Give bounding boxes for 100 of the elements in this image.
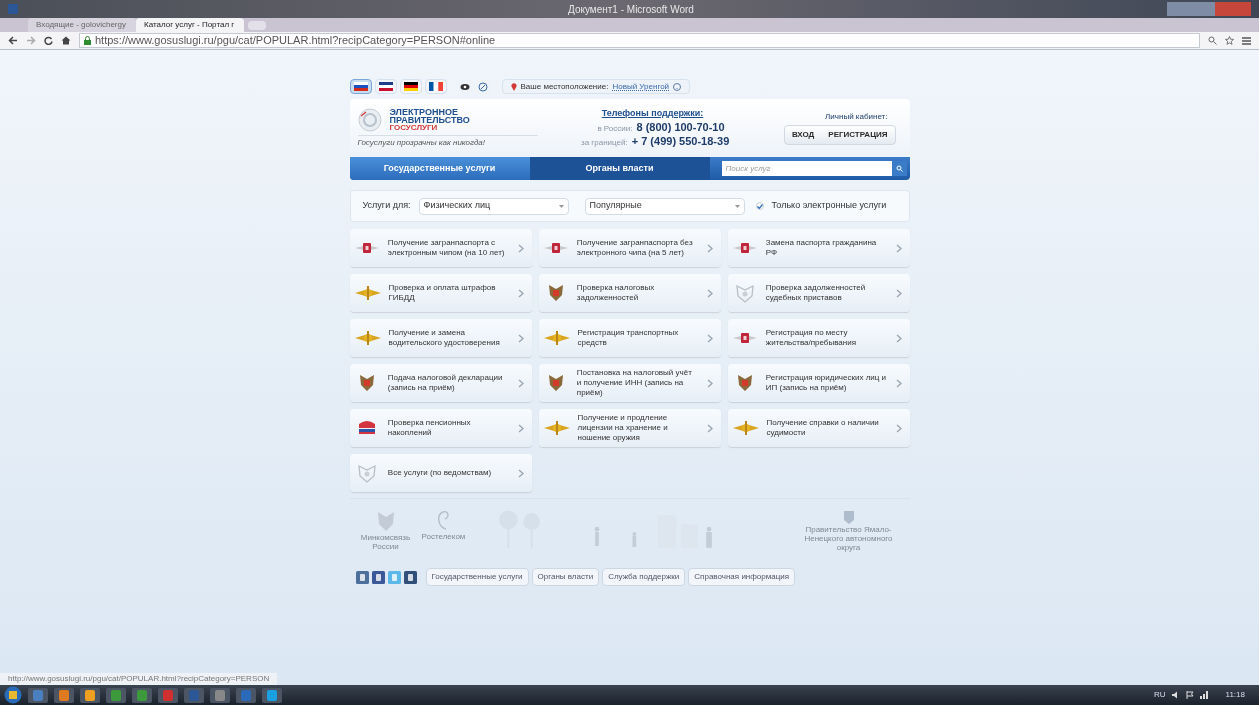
service-card[interactable]: Постановка на налоговый учёт и получение ИНН (запись на приём) <box>538 364 721 402</box>
category-select[interactable]: Популярные <box>584 197 745 215</box>
service-title: Получение справки о наличии судимости <box>766 418 880 438</box>
taskbar-app-icon[interactable] <box>210 687 230 703</box>
location-pin-icon <box>510 82 517 91</box>
livejournal-icon[interactable] <box>403 570 417 584</box>
browser-tab[interactable]: Входящие - golovichergy <box>28 18 136 32</box>
network-icon[interactable] <box>1199 691 1208 699</box>
flag-icon[interactable] <box>1185 691 1194 699</box>
taskbar-app-icon[interactable] <box>80 687 100 703</box>
speaker-icon[interactable] <box>1171 691 1180 699</box>
winged-emblem-icon <box>354 330 381 346</box>
phone-number: + 7 (499) 550-18-39 <box>631 134 730 147</box>
passport-emblem-icon <box>733 330 758 346</box>
taskbar-app-icon[interactable] <box>158 687 178 703</box>
footer-link[interactable]: Служба поддержки <box>602 568 686 586</box>
service-card[interactable]: Проверка задолженностей судебных приставов <box>727 274 910 312</box>
phone-label: за границей: <box>580 136 628 149</box>
cabinet-button[interactable]: РЕГИСТРАЦИЯ <box>821 126 895 144</box>
footer-link[interactable]: Органы власти <box>531 568 600 586</box>
logo-title: ПРАВИТЕЛЬСТВО <box>389 115 470 124</box>
taskbar-app-icon[interactable] <box>262 687 282 703</box>
chevron-right-icon <box>895 288 902 298</box>
flag-icon <box>378 82 393 91</box>
footer-link[interactable]: Государственные услуги <box>425 568 529 586</box>
service-card[interactable]: Все услуги (по ведомствам) <box>349 454 532 492</box>
eagle-emblem-icon <box>357 463 378 483</box>
logo-tagline: Госуслуги прозрачны как никогда! <box>357 134 538 149</box>
checkbox-label: Только электронные услуги <box>771 199 887 213</box>
cabinet-button[interactable]: ВХОД <box>784 126 822 144</box>
search-field[interactable]: Поиск услуг <box>721 161 892 176</box>
taskbar-app-icon[interactable] <box>28 687 48 703</box>
service-title: Постановка на налоговый учёт и получение ИНН (запись на приём) <box>576 368 693 398</box>
chevron-right-icon <box>706 288 713 298</box>
location-label: Ваше местоположение: <box>520 80 609 93</box>
logo-icon <box>357 107 382 132</box>
service-card[interactable]: Регистрация юридических лиц и ИП (запись на приём) <box>727 364 910 402</box>
chevron-right-icon <box>706 243 713 253</box>
support-title[interactable]: Телефоны поддержки: <box>601 107 704 121</box>
location-link[interactable]: Новый Уренгой <box>612 80 670 93</box>
service-card[interactable]: Получение и замена водительского удостоверения <box>349 319 532 357</box>
zoom-icon[interactable] <box>1208 36 1217 45</box>
language-button[interactable] <box>349 79 372 94</box>
window-title: Документ1 - Microsoft Word <box>568 2 694 17</box>
nav-tab[interactable]: Органы власти <box>529 157 710 180</box>
service-card[interactable]: Проверка пенсионных накоплений <box>349 409 532 447</box>
taskbar-app-icon[interactable] <box>106 687 126 703</box>
service-card[interactable]: Получение загранпаспорта с электронным чипом (на 10 лет) <box>349 229 532 267</box>
clock: 11:18 <box>1225 689 1245 701</box>
service-card[interactable]: Подача налоговой декларации (запись на приём) <box>349 364 532 402</box>
chevron-right-icon <box>517 288 524 298</box>
flag-icon <box>428 82 443 91</box>
facebook-icon[interactable] <box>371 570 385 584</box>
chevron-right-icon <box>895 243 902 253</box>
star-icon[interactable] <box>1225 36 1234 45</box>
service-title: Замена паспорта гражданина РФ <box>765 238 878 258</box>
eagle-crest-icon <box>547 373 566 393</box>
checkbox[interactable] <box>755 202 764 210</box>
chevron-right-icon <box>706 378 713 388</box>
service-title: Получение и продление лицензии на хранение и ношение оружия <box>577 413 669 443</box>
language-indicator[interactable]: RU <box>1154 689 1166 701</box>
service-card[interactable]: Получение справки о наличии судимости <box>727 409 910 447</box>
passport-emblem-icon <box>544 240 569 256</box>
logo-subtitle: ГОСУСЛУГИ <box>389 123 438 132</box>
nav-tab[interactable]: Государственные услуги <box>349 157 530 180</box>
chevron-right-icon <box>895 423 902 433</box>
regional-emblem-icon <box>842 509 855 525</box>
flag-icon <box>403 82 418 91</box>
partner-name: Минкомсвязь России <box>359 533 412 551</box>
service-card[interactable]: Получение и продление лицензии на хранение и ношение оружия <box>538 409 721 447</box>
service-title: Проверка пенсионных накоплений <box>387 418 472 438</box>
reload-icon[interactable] <box>44 36 53 45</box>
help-icon[interactable] <box>673 82 682 91</box>
service-title: Проверка и оплата штрафов ГИБДД <box>388 283 497 303</box>
recipient-select[interactable]: Физических лиц <box>418 197 569 215</box>
home-icon[interactable] <box>61 36 71 45</box>
chevron-right-icon <box>517 243 524 253</box>
chevron-right-icon <box>706 333 713 343</box>
back-icon[interactable] <box>8 36 18 45</box>
phone-number: 8 (800) 100-70-10 <box>636 120 725 133</box>
footer-link[interactable]: Справочная информация <box>688 568 796 586</box>
search-icon <box>895 165 903 172</box>
eagle-emblem-icon <box>735 283 756 303</box>
service-card[interactable]: Проверка и оплата штрафов ГИБДД <box>349 274 532 312</box>
service-card[interactable]: Регистрация по месту жительства/пребывания <box>727 319 910 357</box>
start-orb-icon[interactable] <box>4 686 22 704</box>
cabinet-title: Личный кабинет: <box>825 111 888 123</box>
menu-icon[interactable] <box>1242 36 1251 45</box>
region-name: Правительство Ямало-Ненецкого автономного округа <box>803 525 894 552</box>
taskbar-app-icon[interactable] <box>54 687 74 703</box>
taskbar-app-icon[interactable] <box>132 687 152 703</box>
browser-tab[interactable]: Каталог услуг - Портал г <box>136 18 244 32</box>
service-card[interactable]: Замена паспорта гражданина РФ <box>727 229 910 267</box>
service-card[interactable]: Получение загранпаспорта без электронного чипа (на 5 лет) <box>538 229 721 267</box>
address-field[interactable]: https://www.gosuslugi.ru/pgu/cat/POPULAR.html?recipCategory=PERSON#online <box>79 33 1200 48</box>
tab-title: Входящие - golovichergy <box>36 19 126 31</box>
service-card[interactable]: Регистрация транспортных средств <box>538 319 721 357</box>
chevron-right-icon <box>895 333 902 343</box>
service-card[interactable]: Проверка налоговых задолженностей <box>538 274 721 312</box>
vk-icon[interactable] <box>355 570 369 584</box>
